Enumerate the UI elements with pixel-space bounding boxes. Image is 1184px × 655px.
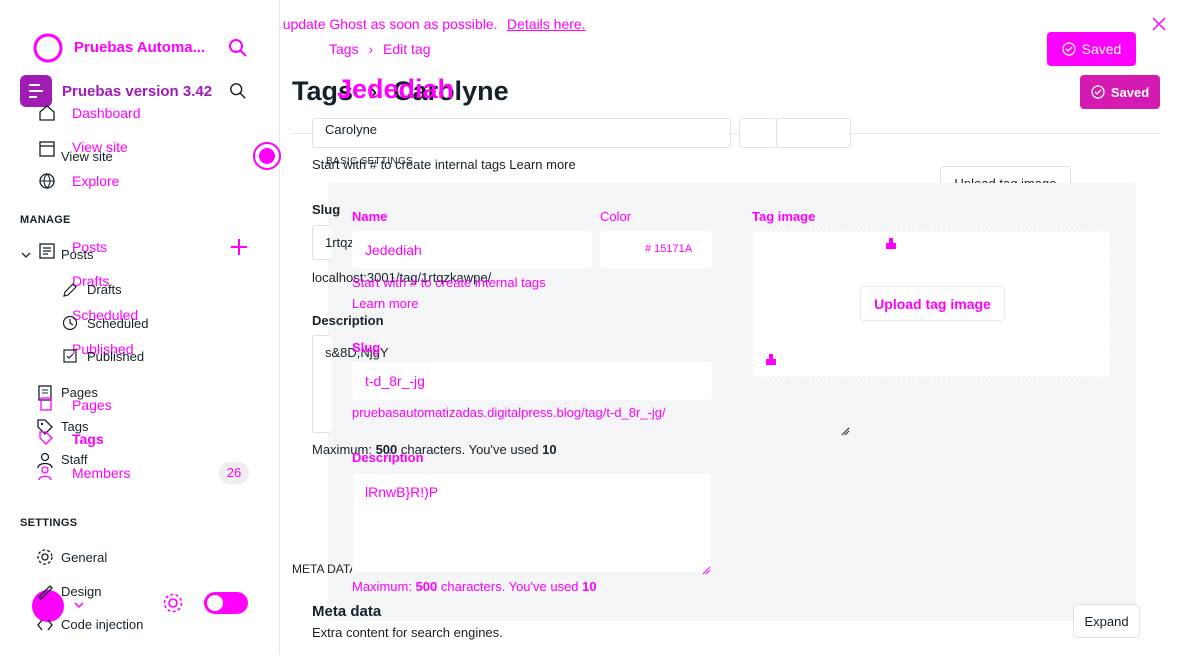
chevron-down-icon[interactable] xyxy=(20,248,32,260)
site-logo-ghost-icon xyxy=(32,32,64,64)
ghost-toggle-dot-icon[interactable] xyxy=(252,141,282,171)
description-label: Description xyxy=(352,450,424,465)
saved-ghost-label: Saved xyxy=(1081,41,1122,57)
basic-settings-label: BASIC SETTINGS xyxy=(326,156,413,167)
color-label: Color xyxy=(600,209,632,224)
description-input[interactable]: lRnwB}R!)P xyxy=(352,473,712,575)
nav-code-injection[interactable]: Code injection xyxy=(61,617,143,632)
name-value-bg: Carolyne xyxy=(325,122,378,137)
image-placeholder-icon xyxy=(884,236,898,250)
description-resize-icon[interactable] xyxy=(701,562,711,575)
saved-button[interactable]: Saved xyxy=(1080,75,1160,109)
slug-label: Slug xyxy=(352,340,381,355)
avatar-chevron-icon[interactable] xyxy=(73,598,85,610)
gear-small-icon xyxy=(36,548,54,566)
banner-details-link[interactable]: Details here. xyxy=(507,16,586,32)
breadcrumb-tags-link[interactable]: Tags xyxy=(329,41,359,57)
nav-tags-ghost[interactable]: Tags xyxy=(72,431,104,447)
saved-label: Saved xyxy=(1110,84,1150,100)
nav-members-ghost[interactable]: Members xyxy=(72,465,130,481)
nav-drafts[interactable]: Drafts xyxy=(87,282,122,297)
home-icon xyxy=(38,104,56,122)
view-site-icon xyxy=(38,140,56,158)
char-count-used-num: 10 xyxy=(582,579,597,594)
char-count-max-num: 500 xyxy=(415,579,438,594)
char-count-bg: Maximum: 500 characters. You've used 10 xyxy=(312,442,557,457)
design-icon xyxy=(36,582,54,600)
name-value: Jedediah xyxy=(365,242,422,258)
name-label: Name xyxy=(352,209,388,224)
nav-scheduled[interactable]: Scheduled xyxy=(87,316,148,331)
add-post-icon[interactable] xyxy=(230,238,248,256)
search-icon[interactable] xyxy=(229,82,247,100)
meta-data-title: Meta data xyxy=(312,603,382,620)
manage-heading: MANAGE xyxy=(20,214,71,226)
char-count-max: Maximum: xyxy=(352,579,412,594)
code-icon xyxy=(36,616,54,634)
night-mode-toggle[interactable] xyxy=(204,592,248,614)
nav-general[interactable]: General xyxy=(61,550,107,565)
check-circle-ghost-icon xyxy=(1061,42,1076,56)
nav-published[interactable]: Published xyxy=(87,349,144,364)
slug-value: t-d_8r_-jg xyxy=(365,373,425,389)
settings-gear-icon[interactable] xyxy=(162,592,184,614)
nav-posts[interactable]: Posts xyxy=(61,247,94,262)
meta-data-subtitle: Extra content for search engines. xyxy=(312,625,503,640)
image-placeholder-icon-2 xyxy=(764,352,778,366)
breadcrumb-sep: › xyxy=(368,41,374,57)
site-logo-icon xyxy=(20,75,52,107)
clock-icon xyxy=(62,315,78,331)
nav-explore[interactable]: Explore xyxy=(72,173,119,189)
members-ghost-icon xyxy=(38,464,56,482)
site-name-ghost: Pruebas Automa... xyxy=(74,39,206,56)
posts-icon xyxy=(38,242,56,260)
search-ghost-icon[interactable] xyxy=(228,38,248,58)
saved-ghost-button[interactable]: Saved xyxy=(1047,32,1136,66)
breadcrumb-current: Edit tag xyxy=(383,41,431,57)
description-value: lRnwB}R!)P xyxy=(365,484,439,500)
slug-url: pruebasautomatizadas.digitalpress.blog/t… xyxy=(352,405,666,420)
char-count: Maximum: 500 characters. You've used 10 xyxy=(352,579,597,594)
tag-image-dropzone[interactable]: Upload tag image xyxy=(752,231,1111,377)
color-input[interactable]: # 15171A xyxy=(600,231,712,269)
meta-data-small-label: META DATA xyxy=(292,562,358,576)
sidebar: Pruebas Automa... Pruebas version 3.42 D… xyxy=(0,0,282,655)
upload-tag-image-label: Upload tag image xyxy=(874,295,991,312)
color-value: # 15171A xyxy=(645,243,693,255)
page-title-ghost: Jedediah xyxy=(337,74,455,104)
name-input[interactable]: Jedediah xyxy=(352,231,592,269)
site-name: Pruebas version 3.42 xyxy=(62,83,213,100)
description-label-bg: Description xyxy=(312,313,384,328)
members-count-badge: 26 xyxy=(219,462,249,484)
settings-heading: SETTINGS xyxy=(20,517,78,529)
banner-close-icon[interactable] xyxy=(1151,16,1167,32)
tag-image-label: Tag image xyxy=(752,209,816,224)
nav-pages-ghost[interactable]: Pages xyxy=(72,397,112,413)
name-hint: Start with # to create internal tags xyxy=(352,275,546,290)
slug-input[interactable]: t-d_8r_-jg xyxy=(352,362,712,400)
tag-ghost-icon xyxy=(38,430,54,446)
check-circle-icon xyxy=(1091,85,1105,99)
expand-button[interactable]: Expand xyxy=(1073,604,1140,638)
upload-tag-image-button[interactable]: Upload tag image xyxy=(860,286,1005,321)
char-count-bg-used-num: 10 xyxy=(542,442,557,457)
published-icon xyxy=(62,348,78,364)
slug-label-bg: Slug xyxy=(312,202,341,217)
learn-more-link[interactable]: Learn more xyxy=(352,296,418,311)
nav-view-site[interactable]: View site xyxy=(61,149,113,164)
pencil-icon xyxy=(62,282,78,298)
color-input-bg[interactable] xyxy=(776,118,851,148)
nav-dashboard[interactable]: Dashboard xyxy=(72,105,141,121)
resize-handle-icon[interactable] xyxy=(840,423,850,436)
pages-ghost-icon xyxy=(38,396,54,412)
expand-label: Expand xyxy=(1084,613,1129,629)
char-count-used: characters. You've used xyxy=(440,579,579,594)
toggle-knob xyxy=(207,595,223,611)
nav-design[interactable]: Design xyxy=(61,584,101,599)
breadcrumb: Tags › Edit tag xyxy=(329,41,431,57)
color-swatch-bg[interactable] xyxy=(739,118,777,148)
globe-icon xyxy=(38,172,56,190)
name-input-bg[interactable]: Carolyne xyxy=(312,118,731,148)
